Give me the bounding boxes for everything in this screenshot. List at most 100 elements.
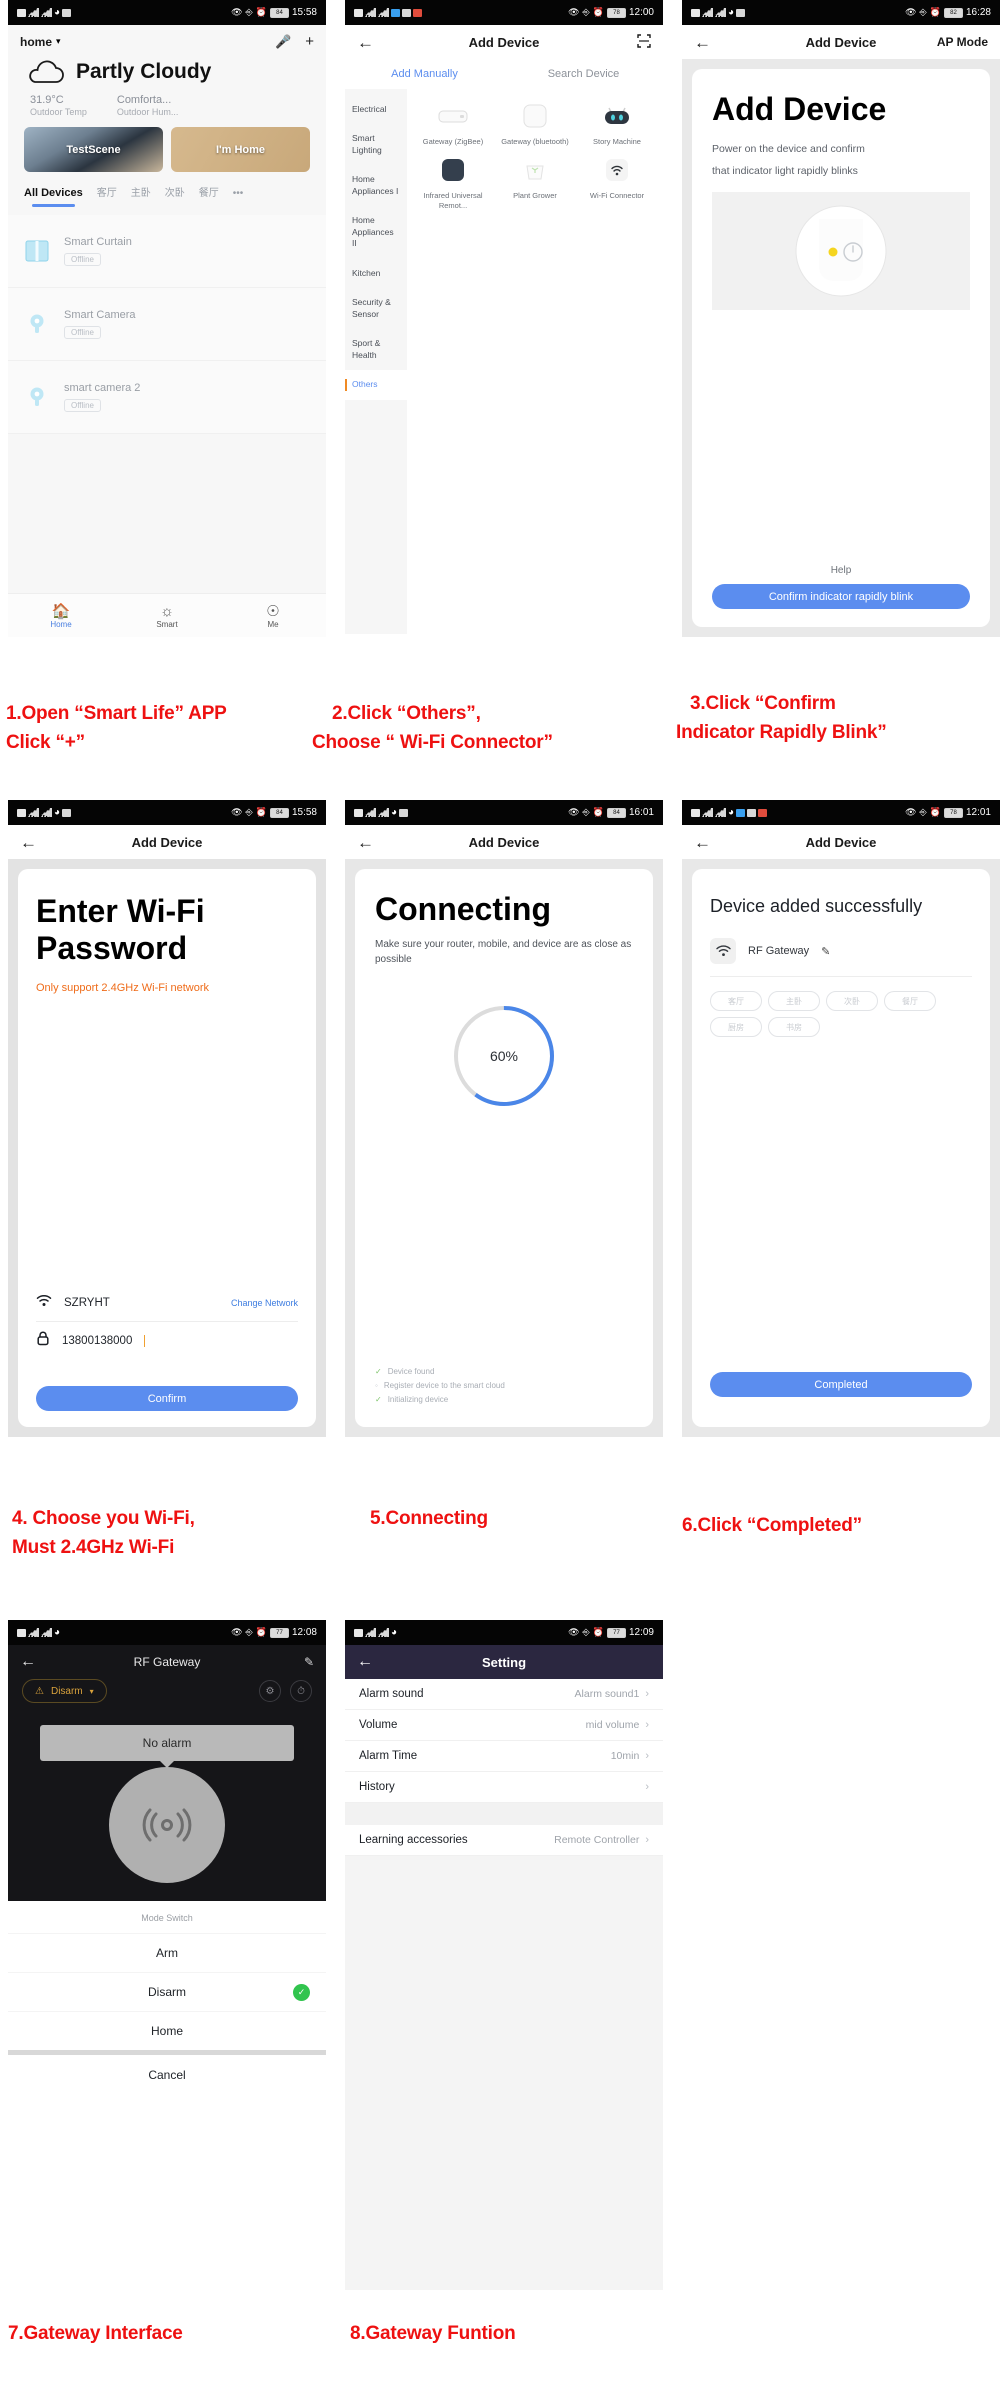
text-cursor (144, 1335, 146, 1347)
sidebar-item-others[interactable]: Others (345, 370, 407, 400)
mode-option-home[interactable]: Home (8, 2011, 326, 2050)
setting-row-history[interactable]: History › (345, 1772, 663, 1803)
signal-1-icon (702, 8, 713, 17)
caption-line: 8.Gateway Funtion (350, 2323, 516, 2344)
caption-step-8: 8.Gateway Funtion (350, 2320, 516, 2349)
device-type-story-machine[interactable]: Story Machine (577, 97, 657, 147)
device-type-gateway-zigbee[interactable]: Gateway (ZigBee) (413, 97, 493, 147)
room-chip[interactable]: 客厅 (710, 991, 762, 1012)
home-actions: 🎤 + (275, 33, 314, 50)
ssid-row[interactable]: SZRYHT Change Network (36, 1285, 298, 1321)
help-link[interactable]: Help (712, 565, 970, 576)
tab-second-bedroom[interactable]: 次卧 (165, 184, 185, 203)
confirm-indicator-button[interactable]: Confirm indicator rapidly blink (712, 584, 970, 609)
back-icon[interactable]: ← (357, 834, 374, 851)
tab-home[interactable]: 🏠 Home (8, 603, 114, 629)
scene-card-testscene[interactable]: TestScene (24, 127, 163, 172)
status-left-icons: ◕ (691, 807, 768, 818)
tab-label: Smart (156, 619, 178, 629)
step-device-found: ✓ Device found (375, 1365, 633, 1379)
mode-pill-disarm[interactable]: ⚠ Disarm ▾ (22, 1679, 107, 1703)
setting-row-learning-accessories[interactable]: Learning accessories Remote Controller › (345, 1825, 663, 1856)
setting-row-alarm-time[interactable]: Alarm Time 10min › (345, 1741, 663, 1772)
microphone-icon[interactable]: 🎤 (275, 34, 291, 50)
mode-option-disarm[interactable]: Disarm ✓ (8, 1972, 326, 2011)
siren-icon[interactable] (109, 1767, 225, 1883)
segment-search-device[interactable]: Search Device (504, 59, 663, 89)
cancel-button[interactable]: Cancel (8, 2055, 326, 2094)
sidebar-item-security-sensor[interactable]: Security & Sensor (345, 288, 407, 329)
sidebar-item-smart-lighting[interactable]: Smart Lighting (345, 124, 407, 165)
weather-title: Partly Cloudy (76, 60, 212, 83)
signal-2-icon (41, 808, 52, 817)
home-icon: 🏠 (51, 602, 71, 620)
pencil-icon[interactable]: ✎ (821, 945, 830, 958)
pencil-icon[interactable]: ✎ (304, 1655, 314, 1669)
device-type-infrared-remote[interactable]: Infrared Universal Remot... (413, 151, 493, 211)
status-badge: Offline (64, 252, 101, 266)
chevron-down-icon[interactable]: ▾ (56, 36, 61, 47)
panel-enter-wifi-password: ◕ 👁 ⎆ ⏰ 84 15:58 ← Add Device Enter Wi-F… (8, 800, 326, 1437)
segment-add-manually[interactable]: Add Manually (345, 59, 504, 89)
sidebar-item-home-appliances-2[interactable]: Home Appliances II (345, 206, 407, 258)
chevron-right-icon: › (645, 1719, 649, 1731)
tab-living-room[interactable]: 客厅 (97, 184, 117, 203)
section-gap (345, 1803, 663, 1825)
tab-smart[interactable]: ☼ Smart (114, 603, 220, 629)
room-chip[interactable]: 厨房 (710, 1017, 762, 1038)
status-right-icons: 👁 ⎆ ⏰ 84 15:58 (231, 7, 317, 18)
sidebar-item-home-appliances-1[interactable]: Home Appliances I (345, 165, 407, 206)
status-left-icons: ◕ (17, 1627, 60, 1638)
ap-mode-button[interactable]: AP Mode (937, 35, 988, 49)
password-input[interactable]: 13800138000 (62, 1335, 132, 1347)
room-chip[interactable]: 餐厅 (884, 991, 936, 1012)
success-card: Device added successfully RF Gateway ✎ 客… (692, 869, 990, 1427)
status-right-icons: 👁 ⎆ ⏰ 78 12:00 (568, 7, 654, 18)
room-chip[interactable]: 次卧 (826, 991, 878, 1012)
list-item[interactable]: smart camera 2 Offline (8, 361, 326, 434)
plus-icon[interactable]: + (305, 33, 314, 50)
confirm-button[interactable]: Confirm (36, 1386, 298, 1411)
sidebar-item-electrical[interactable]: Electrical (345, 95, 407, 124)
room-chip[interactable]: 书房 (768, 1017, 820, 1038)
signal-1-icon (28, 1628, 39, 1637)
status-left-icons: ◕ (354, 807, 409, 818)
clock-icon[interactable]: ⏱ (290, 1680, 312, 1702)
setting-row-alarm-sound[interactable]: Alarm sound Alarm sound1 › (345, 1679, 663, 1710)
device-info: smart camera 2 Offline (64, 382, 140, 413)
change-network-link[interactable]: Change Network (231, 1298, 298, 1308)
device-type-plant-grower[interactable]: Plant Grower (495, 151, 575, 211)
tab-more-icon[interactable]: ••• (233, 188, 244, 203)
setting-row-volume[interactable]: Volume mid volume › (345, 1710, 663, 1741)
weather-stat: Comforta... Outdoor Hum... (117, 94, 179, 117)
status-left-icons: ◕ (17, 807, 72, 818)
tab-dining-room[interactable]: 餐厅 (199, 184, 219, 203)
added-device-row: RF Gateway ✎ (710, 938, 972, 965)
room-chip[interactable]: 主卧 (768, 991, 820, 1012)
sidebar-item-kitchen[interactable]: Kitchen (345, 259, 407, 288)
wifi-icon (710, 938, 736, 965)
password-row[interactable]: 13800138000 (36, 1322, 298, 1360)
completed-button[interactable]: Completed (710, 1372, 972, 1397)
list-item[interactable]: Smart Camera Offline (8, 288, 326, 361)
back-icon[interactable]: ← (357, 34, 374, 51)
connecting-card: Connecting Make sure your router, mobile… (355, 869, 653, 1427)
device-type-wifi-connector[interactable]: Wi-Fi Connector (577, 151, 657, 211)
back-icon[interactable]: ← (20, 834, 37, 851)
scene-card-imhome[interactable]: I'm Home (171, 127, 310, 172)
status-left-icons (354, 8, 422, 17)
device-type-gateway-bluetooth[interactable]: Gateway (bluetooth) (495, 97, 575, 147)
home-selector-label[interactable]: home (20, 35, 52, 49)
tab-master-bedroom[interactable]: 主卧 (131, 184, 151, 203)
mode-option-arm[interactable]: Arm (8, 1933, 326, 1972)
tab-all-devices[interactable]: All Devices (24, 187, 83, 207)
list-item[interactable]: Smart Curtain Offline (8, 215, 326, 288)
tab-me[interactable]: ☉ Me (220, 603, 326, 629)
scan-icon[interactable] (637, 33, 651, 51)
back-icon[interactable]: ← (694, 834, 711, 851)
sidebar-item-sport-health[interactable]: Sport & Health (345, 329, 407, 370)
category-browser: Electrical Smart Lighting Home Appliance… (345, 89, 663, 634)
gear-icon[interactable]: ⚙ (259, 1680, 281, 1702)
back-icon[interactable]: ← (694, 34, 711, 51)
gateway-app-bar: ← RF Gateway ✎ (8, 1645, 326, 1679)
